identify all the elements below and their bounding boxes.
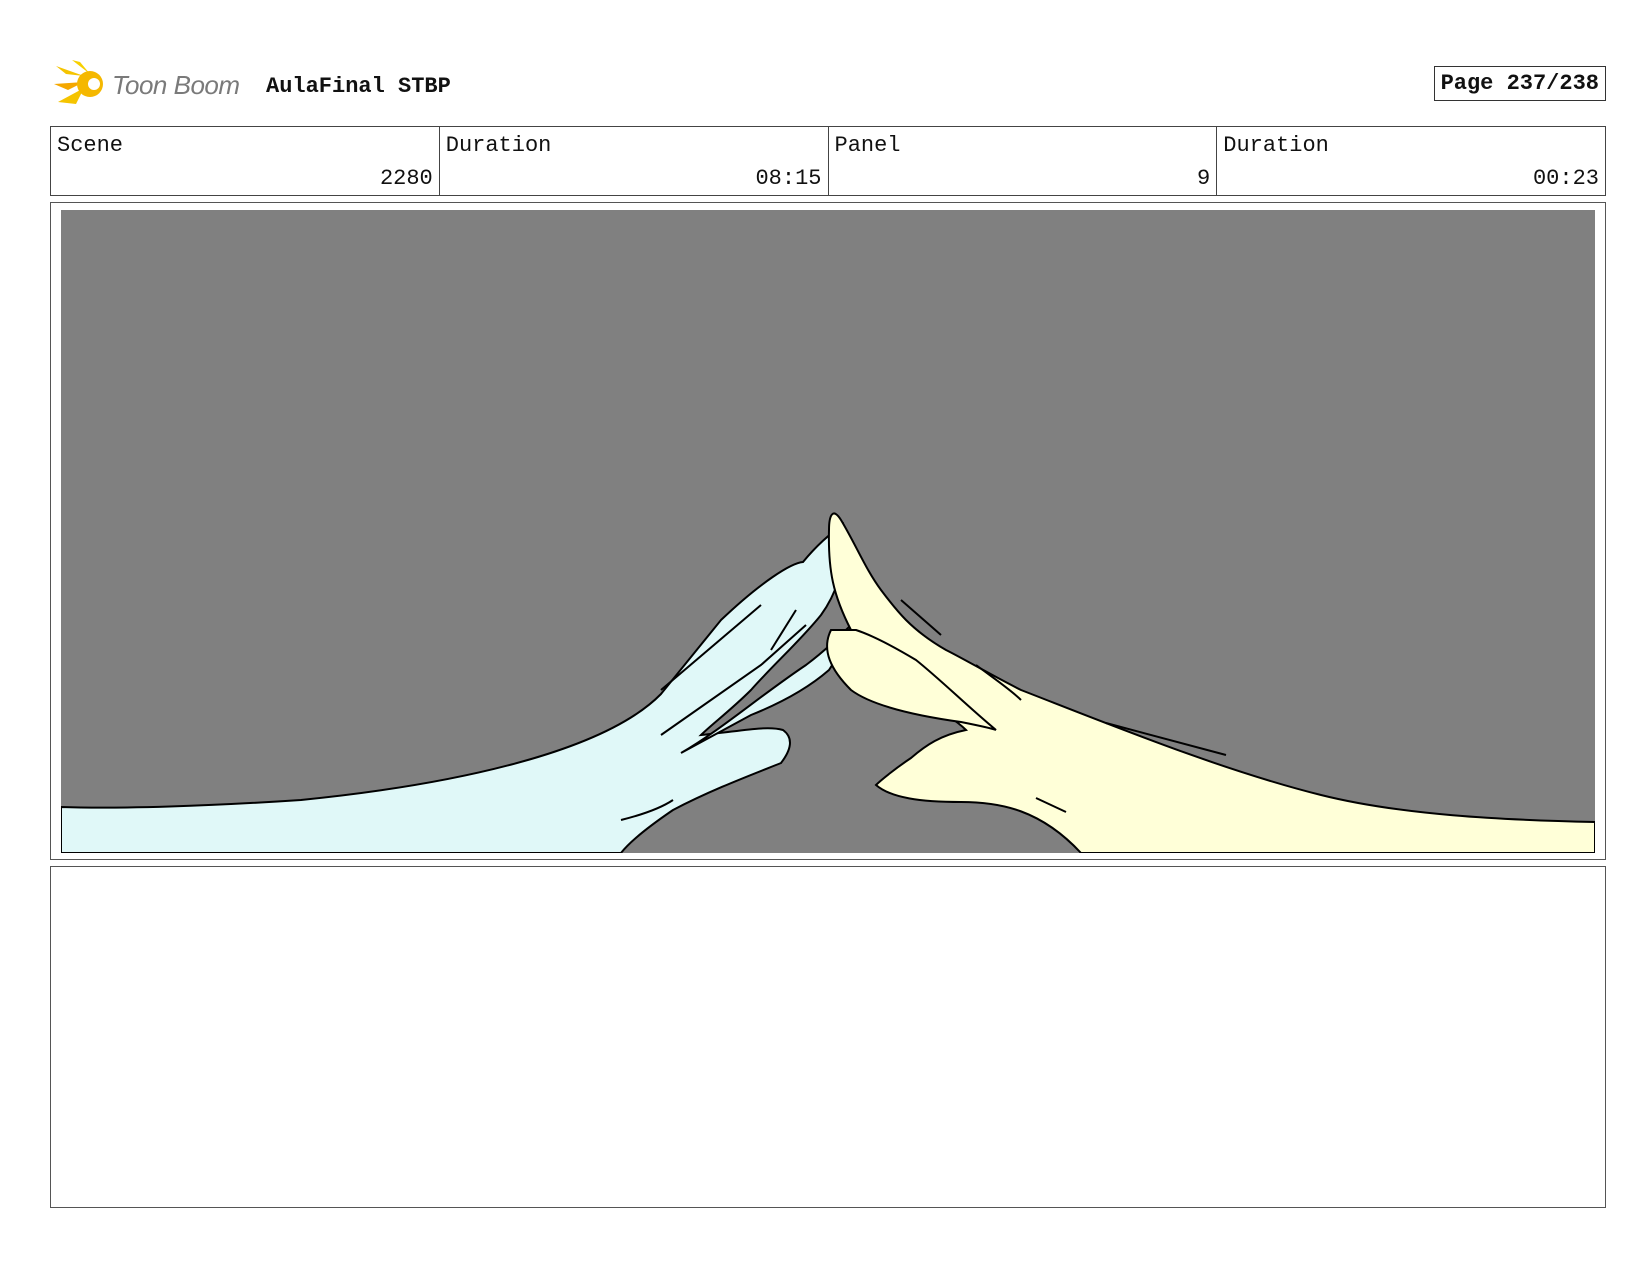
scene-cell: Scene 2280: [51, 127, 440, 195]
scene-duration-label: Duration: [445, 133, 552, 158]
scene-info-table: Scene 2280 Duration 08:15 Panel 9 Durati…: [50, 126, 1606, 196]
scene-label: Scene: [57, 133, 124, 158]
panel-notes-box: [50, 866, 1606, 1208]
toon-boom-logo: Toon Boom: [54, 60, 254, 110]
scene-duration-value: 08:15: [755, 166, 822, 191]
scene-duration-cell: Duration 08:15: [440, 127, 829, 195]
panel-label: Panel: [834, 133, 901, 158]
panel-frame: [50, 202, 1606, 860]
panel-value: 9: [1197, 166, 1211, 191]
logo-text: Toon Boom: [112, 70, 240, 100]
page-number: Page 237/238: [1433, 66, 1606, 101]
panel-duration-label: Duration: [1223, 133, 1329, 158]
panel-duration-cell: Duration 00:23: [1217, 127, 1605, 195]
panel-cell: Panel 9: [829, 127, 1218, 195]
panel-duration-value: 00:23: [1532, 166, 1599, 191]
burst-logo-icon: [54, 60, 103, 104]
panel-drawing: [61, 210, 1595, 853]
project-title: AulaFinal STBP: [266, 74, 451, 99]
scene-value: 2280: [379, 166, 433, 191]
storyboard-header: Toon Boom AulaFinal STBP Page 237/238: [50, 58, 1606, 110]
